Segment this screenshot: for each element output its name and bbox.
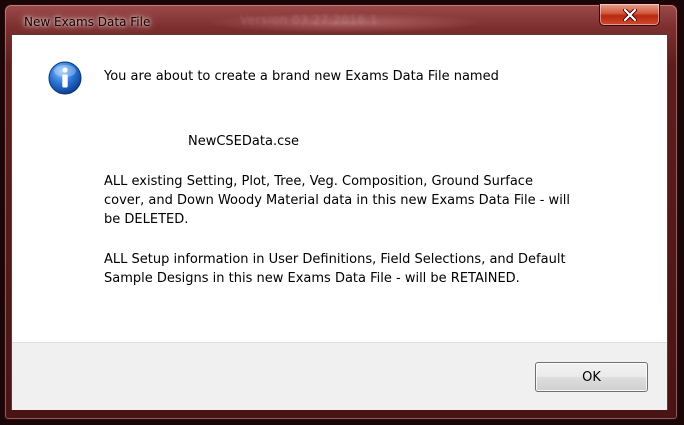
window-subtitle: Version 03.27.2016.1 — [240, 13, 379, 27]
delete-warning-paragraph: ALL existing Setting, Plot, Tree, Veg. C… — [104, 172, 570, 229]
close-icon — [622, 8, 637, 21]
retain-notice-line: Sample Designs in this new Exams Data Fi… — [104, 271, 520, 286]
delete-warning-line: cover, and Down Woody Material data in t… — [104, 193, 571, 208]
delete-warning-line: be DELETED. — [104, 212, 189, 227]
retain-notice-line: ALL Setup information in User Definition… — [104, 252, 566, 267]
retain-notice-paragraph: ALL Setup information in User Definition… — [104, 250, 566, 288]
information-icon — [48, 61, 82, 95]
close-button[interactable] — [599, 4, 660, 26]
ok-button[interactable]: OK — [535, 362, 648, 392]
file-name-text: NewCSEData.cse — [188, 134, 299, 149]
message-intro: You are about to create a brand new Exam… — [104, 69, 499, 84]
window-title: New Exams Data File — [24, 15, 151, 29]
delete-warning-line: ALL existing Setting, Plot, Tree, Veg. C… — [104, 174, 533, 189]
